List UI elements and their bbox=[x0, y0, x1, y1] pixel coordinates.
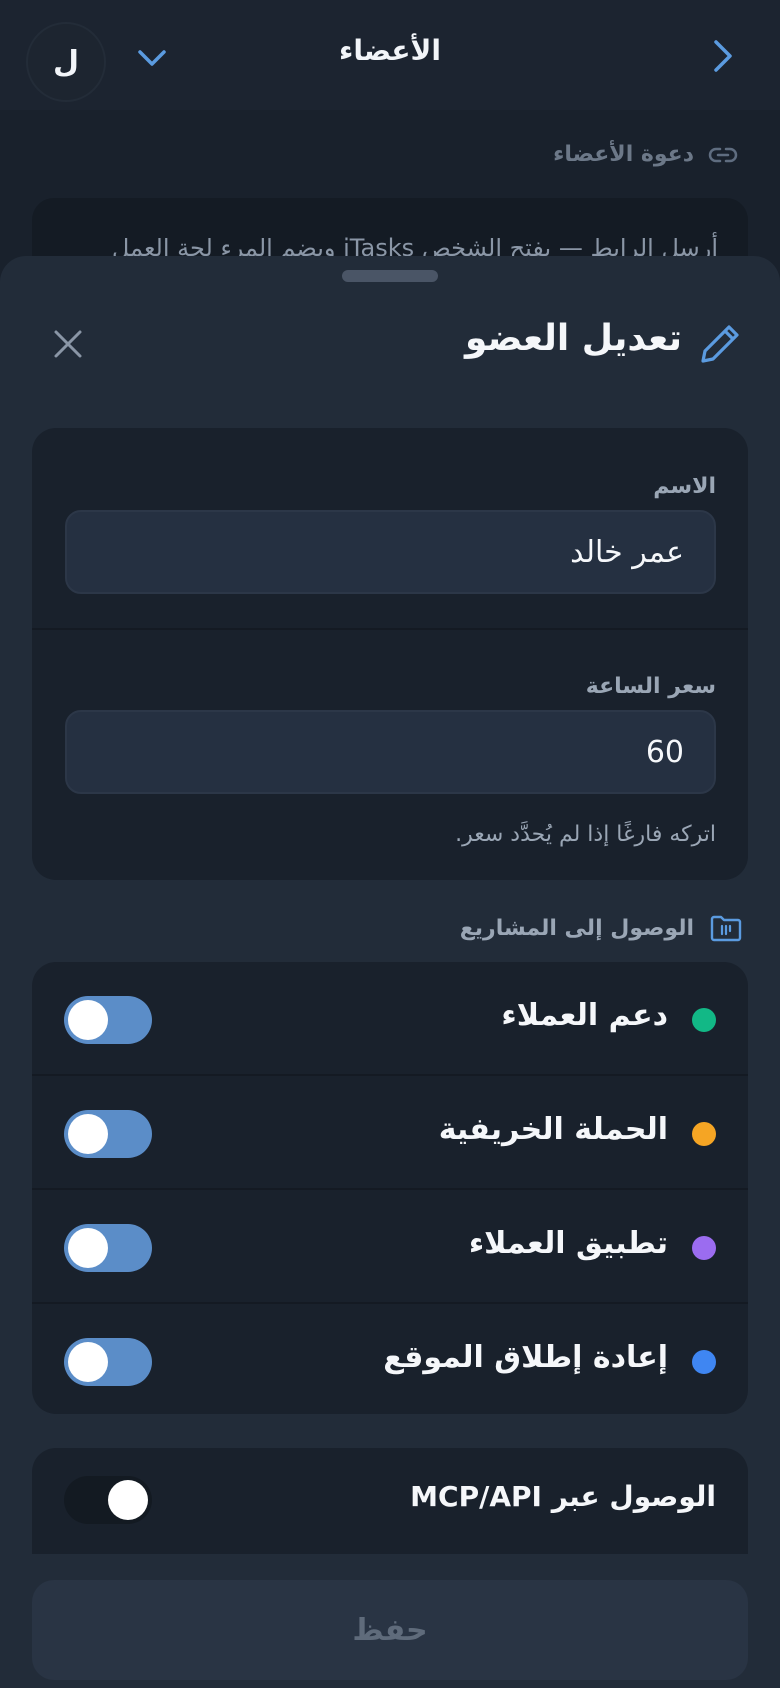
project-name: إعادة إطلاق الموقع bbox=[383, 1340, 668, 1375]
close-icon[interactable] bbox=[48, 324, 88, 364]
sheet-grabber[interactable] bbox=[342, 270, 438, 282]
divider bbox=[32, 628, 748, 630]
project-color-dot bbox=[692, 1122, 716, 1146]
edit-member-sheet: تعديل العضو الاسم سعر الساعة اتركه فارغً… bbox=[0, 256, 780, 1688]
project-access-toggle[interactable] bbox=[64, 996, 152, 1044]
pencil-icon bbox=[701, 325, 739, 363]
toggle-knob bbox=[68, 1000, 108, 1040]
toggle-knob bbox=[108, 1480, 148, 1520]
toggle-knob bbox=[68, 1228, 108, 1268]
member-form-card: الاسم سعر الساعة اتركه فارغًا إذا لم يُح… bbox=[32, 428, 748, 880]
project-name: دعم العملاء bbox=[501, 998, 668, 1033]
project-color-dot bbox=[692, 1008, 716, 1032]
project-access-toggle[interactable] bbox=[64, 1224, 152, 1272]
back-chevron-icon[interactable] bbox=[706, 36, 740, 76]
link-icon bbox=[708, 147, 738, 162]
project-access-toggle[interactable] bbox=[64, 1110, 152, 1158]
project-name: تطبيق العملاء bbox=[468, 1226, 668, 1261]
toggle-knob bbox=[68, 1342, 108, 1382]
folder-icon bbox=[710, 915, 742, 942]
projects-card: دعم العملاء الحملة الخريفية تطبيق العملا… bbox=[32, 962, 748, 1414]
hourly-rate-label: سعر الساعة bbox=[585, 674, 716, 699]
project-access-toggle[interactable] bbox=[64, 1338, 152, 1386]
hourly-rate-hint: اتركه فارغًا إذا لم يُحدَّد سعر. bbox=[455, 822, 716, 847]
invite-label: دعوة الأعضاء bbox=[553, 142, 694, 167]
projects-section-header: الوصول إلى المشاريع bbox=[460, 914, 742, 942]
project-row: إعادة إطلاق الموقع bbox=[32, 1302, 748, 1414]
toggle-knob bbox=[68, 1114, 108, 1154]
project-row: دعم العملاء bbox=[32, 962, 748, 1076]
project-row: الحملة الخريفية bbox=[32, 1074, 748, 1190]
project-name: الحملة الخريفية bbox=[438, 1112, 668, 1147]
project-color-dot bbox=[692, 1350, 716, 1374]
hourly-rate-input[interactable] bbox=[65, 710, 716, 794]
name-label: الاسم bbox=[653, 474, 716, 499]
page-title: الأعضاء bbox=[339, 34, 441, 67]
project-row: تطبيق العملاء bbox=[32, 1188, 748, 1304]
name-input[interactable] bbox=[65, 510, 716, 594]
mcp-access-card: الوصول عبر MCP/API bbox=[32, 1448, 748, 1554]
project-color-dot bbox=[692, 1236, 716, 1260]
mcp-access-label: الوصول عبر MCP/API bbox=[410, 1480, 716, 1513]
mcp-access-toggle[interactable] bbox=[64, 1476, 152, 1524]
save-button[interactable]: حفظ bbox=[32, 1580, 748, 1680]
top-bar: ل الأعضاء bbox=[0, 0, 780, 110]
projects-access-label: الوصول إلى المشاريع bbox=[459, 915, 694, 941]
invite-section-header: دعوة الأعضاء bbox=[553, 142, 738, 167]
sheet-title: تعديل العضو bbox=[464, 318, 682, 359]
